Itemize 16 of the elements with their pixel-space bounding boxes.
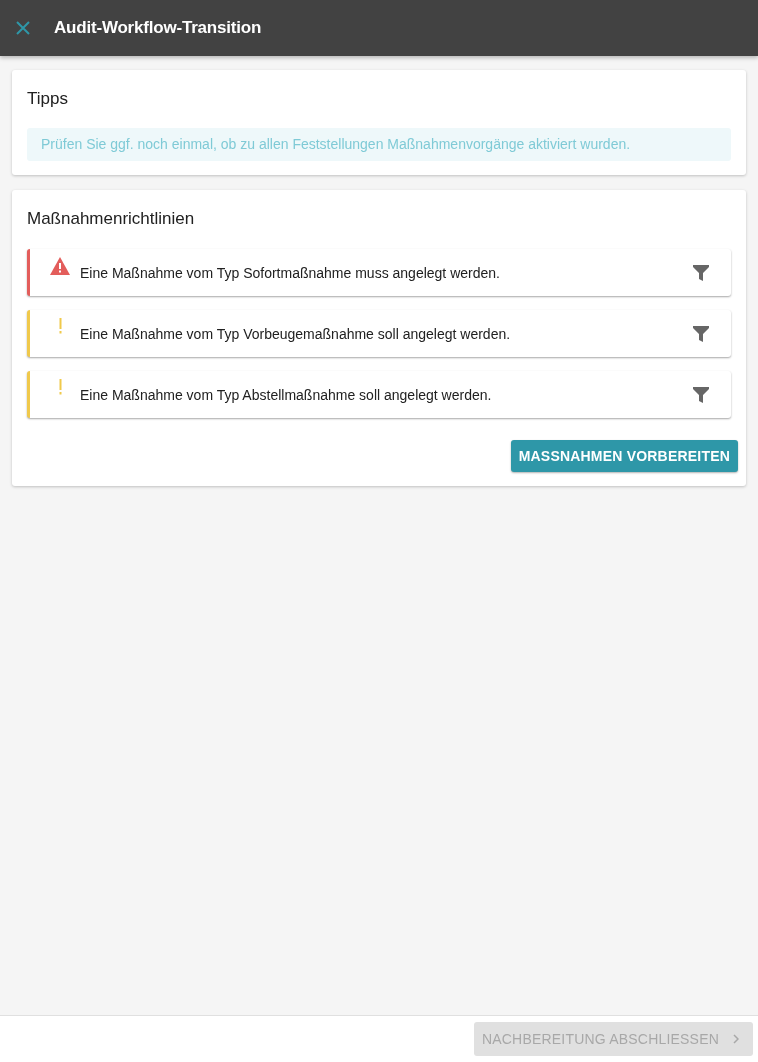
exclamation-icon bbox=[58, 379, 62, 395]
warning-triangle-icon bbox=[50, 257, 70, 275]
card-title: Tipps bbox=[27, 89, 69, 109]
exclamation-icon bbox=[58, 318, 62, 334]
filter-icon[interactable] bbox=[693, 264, 709, 281]
chevron-right-icon bbox=[733, 1034, 739, 1044]
prepare-measures-button[interactable]: MASSNAHMEN VORBEREITEN bbox=[510, 440, 738, 472]
window-title: Audit-Workflow-Transition bbox=[54, 18, 262, 38]
filter-icon[interactable] bbox=[693, 325, 709, 342]
close-icon[interactable] bbox=[16, 21, 30, 35]
info-message: Prüfen Sie ggf. noch einmal, ob zu allen Feststellungen Maßnahmenvorgänge aktiviert wurden. bbox=[27, 128, 731, 161]
guideline-text: Eine Maßnahme vom Typ Vorbeugemaßnahme soll angelegt werden. bbox=[80, 325, 512, 342]
filter-icon[interactable] bbox=[693, 386, 709, 403]
guideline-text: Eine Maßnahme vom Typ Abstellmaßnahme soll angelegt werden. bbox=[80, 386, 493, 403]
guideline-text: Eine Maßnahme vom Typ Sofortmaßnahme muss angelegt werden. bbox=[80, 264, 501, 281]
card-title: Maßnahmenrichtlinien bbox=[27, 209, 196, 229]
